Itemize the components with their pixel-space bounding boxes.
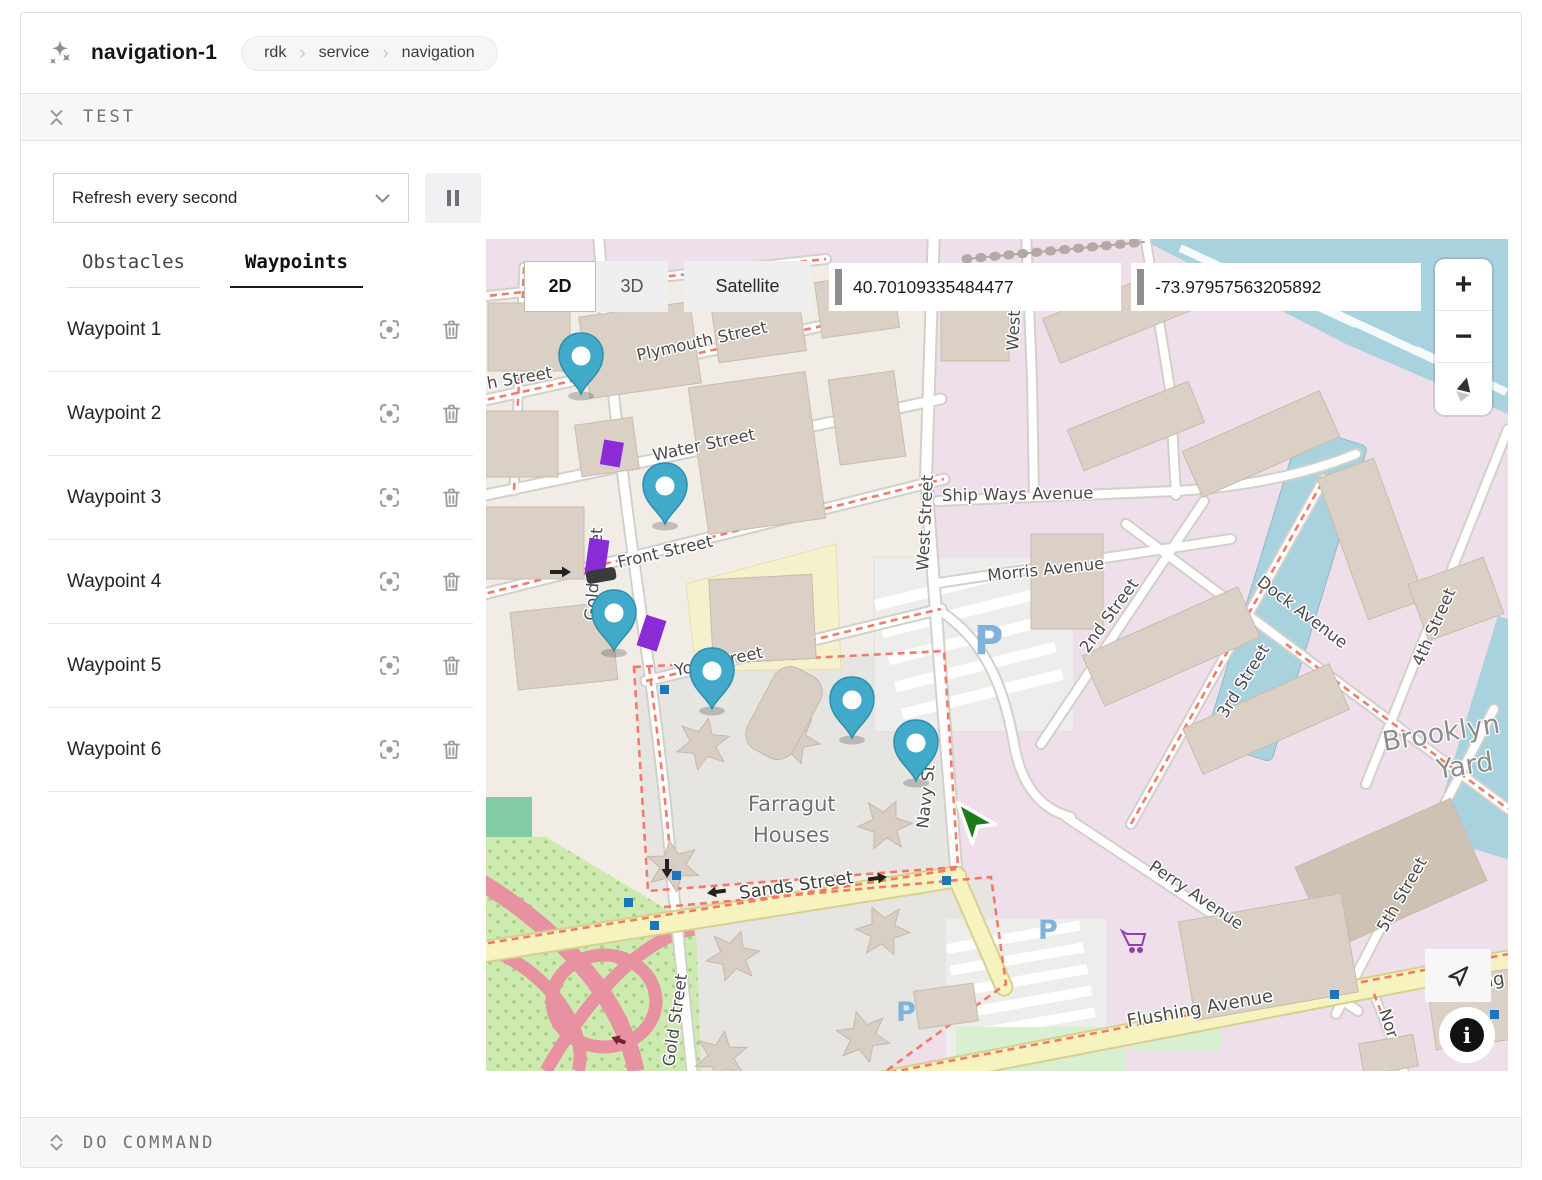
street-label: Ship Ways Avenue [942, 483, 1094, 505]
delete-waypoint-button[interactable] [439, 318, 463, 342]
info-icon: i [1450, 1018, 1484, 1052]
zoom-out-button[interactable]: − [1435, 311, 1492, 363]
focus-icon [378, 570, 401, 593]
refresh-rate-value: Refresh every second [72, 188, 237, 208]
map-zoom-controls: + − [1435, 259, 1492, 415]
waypoint-name: Waypoint 4 [67, 571, 339, 593]
tab-obstacles[interactable]: Obstacles [67, 251, 200, 288]
drag-handle[interactable] [835, 269, 842, 305]
zoom-in-icon: + [1455, 268, 1473, 302]
delete-waypoint-button[interactable] [439, 654, 463, 678]
pause-button[interactable] [425, 173, 481, 223]
map-mode-toggle: 2D 3D [524, 261, 668, 312]
chevron-right-icon: › [369, 44, 401, 63]
refresh-rate-select[interactable]: Refresh every second [53, 173, 409, 223]
focus-waypoint-button[interactable] [377, 318, 401, 342]
map-canvas: Plymouth Street h Street Water Street Fr… [486, 239, 1508, 1071]
waypoint-name: Waypoint 5 [67, 655, 339, 677]
focus-icon [378, 654, 401, 677]
compass-button[interactable] [1435, 363, 1492, 415]
focus-icon [378, 318, 401, 341]
main-content: Obstacles Waypoints Waypoint 1 Waypoint … [21, 223, 1521, 1071]
delete-waypoint-button[interactable] [439, 486, 463, 510]
waypoint-row: Waypoint 6 [49, 708, 473, 792]
breadcrumb: rdk › service › navigation [241, 36, 498, 71]
collapse-icon [47, 108, 66, 127]
test-section-bar[interactable]: TEST [21, 93, 1521, 141]
delete-waypoint-button[interactable] [439, 402, 463, 426]
locate-icon [1445, 963, 1471, 989]
breadcrumb-item: rdk [264, 44, 286, 62]
focus-icon [378, 486, 401, 509]
parking-icon: P [1038, 915, 1058, 946]
waypoint-name: Waypoint 2 [67, 403, 339, 425]
drag-handle[interactable] [1137, 269, 1144, 305]
waypoint-row: Waypoint 3 [49, 456, 473, 540]
breadcrumb-item: navigation [402, 44, 475, 62]
tab-waypoints[interactable]: Waypoints [230, 251, 363, 288]
map[interactable]: Plymouth Street h Street Water Street Fr… [486, 239, 1508, 1071]
compass-icon [1451, 375, 1477, 403]
focus-waypoint-button[interactable] [377, 738, 401, 762]
locate-button[interactable] [1425, 949, 1491, 1002]
pause-icon [445, 189, 461, 207]
focus-waypoint-button[interactable] [377, 486, 401, 510]
page-title: navigation-1 [91, 41, 217, 65]
zoom-out-icon: − [1455, 320, 1473, 354]
trash-icon [441, 487, 462, 509]
waypoint-pin[interactable] [643, 463, 687, 531]
breadcrumb-item: service [319, 44, 370, 62]
waypoint-row: Waypoint 5 [49, 624, 473, 708]
zoom-in-button[interactable]: + [1435, 259, 1492, 311]
trash-icon [441, 319, 462, 341]
tab-bar: Obstacles Waypoints [49, 223, 473, 288]
latitude-value: 40.70109335484477 [853, 277, 1014, 298]
parking-icon: P [974, 618, 1003, 664]
focus-icon [378, 738, 401, 761]
longitude-value: -73.97957563205892 [1155, 277, 1321, 298]
trash-icon [441, 655, 462, 677]
trash-icon [441, 571, 462, 593]
test-section-label: TEST [83, 107, 136, 127]
mode-2d-button[interactable]: 2D [524, 261, 596, 312]
attribution-button[interactable]: i [1439, 1007, 1495, 1063]
waypoint-row: Waypoint 4 [49, 540, 473, 624]
do-command-section-bar[interactable]: DO COMMAND [21, 1117, 1521, 1167]
focus-waypoint-button[interactable] [377, 402, 401, 426]
chevron-right-icon: › [286, 44, 318, 63]
do-command-label: DO COMMAND [83, 1133, 215, 1153]
waypoints-panel: Obstacles Waypoints Waypoint 1 Waypoint … [21, 223, 473, 792]
navigation-card: navigation-1 rdk › service › navigation … [20, 12, 1522, 1168]
trash-icon [441, 739, 462, 761]
obstacle [600, 439, 624, 467]
place-label: Farragut [748, 792, 836, 816]
longitude-input[interactable]: -73.97957563205892 [1131, 263, 1421, 311]
mode-3d-button[interactable]: 3D [596, 261, 668, 312]
sparkles-icon [45, 39, 75, 67]
focus-icon [378, 402, 401, 425]
refresh-controls: Refresh every second [21, 141, 1521, 223]
waypoint-name: Waypoint 1 [67, 319, 339, 341]
focus-waypoint-button[interactable] [377, 570, 401, 594]
place-label: Houses [753, 823, 830, 847]
waypoint-name: Waypoint 3 [67, 487, 339, 509]
expand-icon [47, 1133, 66, 1152]
latitude-input[interactable]: 40.70109335484477 [829, 263, 1121, 311]
chevron-down-icon [375, 194, 390, 203]
parking-icon: P [896, 997, 916, 1028]
trash-icon [441, 403, 462, 425]
delete-waypoint-button[interactable] [439, 570, 463, 594]
focus-waypoint-button[interactable] [377, 654, 401, 678]
satellite-button[interactable]: Satellite [684, 261, 811, 312]
delete-waypoint-button[interactable] [439, 738, 463, 762]
waypoint-row: Waypoint 2 [49, 372, 473, 456]
waypoint-row: Waypoint 1 [49, 288, 473, 372]
waypoint-name: Waypoint 6 [67, 739, 339, 761]
street-label: West [1003, 309, 1024, 351]
header: navigation-1 rdk › service › navigation [21, 13, 1521, 93]
